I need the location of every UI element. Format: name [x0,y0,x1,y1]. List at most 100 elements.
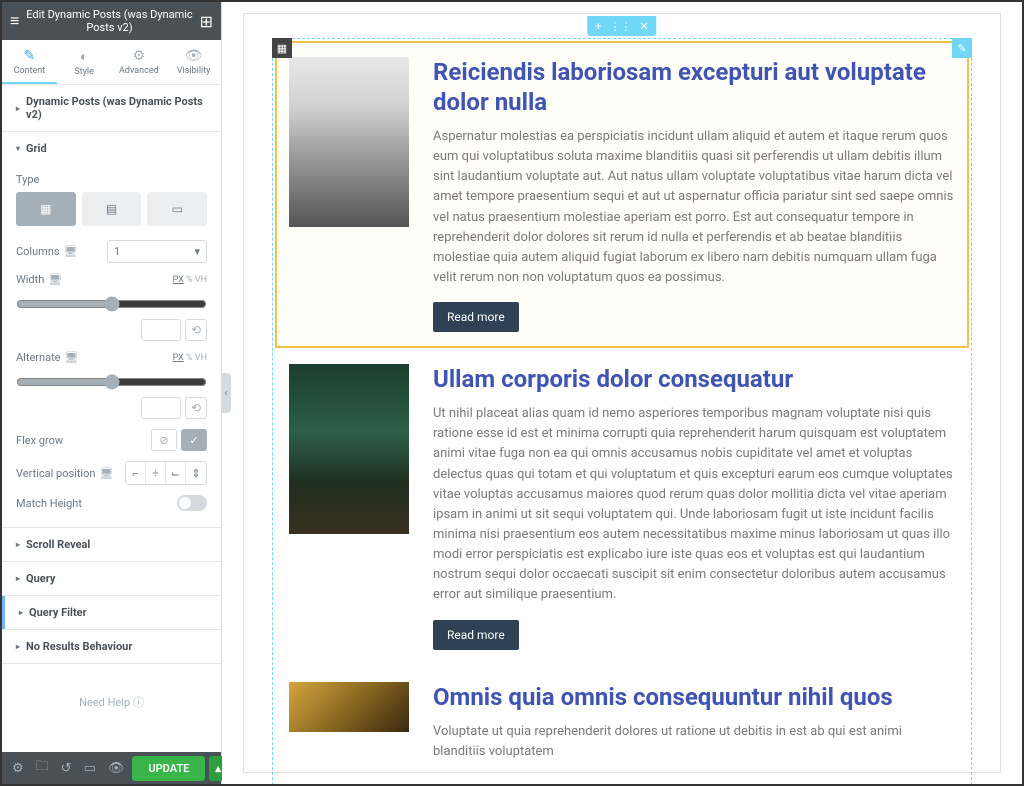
tab-content[interactable]: ✎ Content [2,40,57,84]
tab-label: Content [14,66,46,76]
history-icon[interactable]: ↺ [57,757,76,780]
alternate-slider[interactable] [16,374,207,390]
gear-icon: ⚙ [116,48,163,64]
type-grid-button[interactable]: ▦ [16,192,76,226]
tab-label: Style [74,67,94,77]
column-handle-icon[interactable]: ▦ [272,38,292,58]
section-query-filter: ▸ Query Filter [2,596,221,630]
caret-right-icon: ▸ [19,608,23,617]
section-label: Query Filter [29,606,87,619]
section-header-filter[interactable]: ▸ Query Filter [2,596,221,629]
post-item[interactable]: Omnis quia omnis consequuntur nihil quos… [275,666,969,784]
contrast-icon: ◐ [61,48,108,65]
tab-style[interactable]: ◐ Style [57,40,112,84]
section-header-widget[interactable]: ▸ Dynamic Posts (was Dynamic Posts v2) [2,85,221,131]
grid-controls: Type ▦ ▤ ▭ Columns🖥 1 ▾ Width🖥 P [2,165,221,527]
section-label: Dynamic Posts (was Dynamic Posts v2) [26,95,207,121]
section-scroll-reveal: ▸ Scroll Reveal [2,528,221,562]
caret-right-icon: ▸ [16,104,20,113]
columns-select[interactable]: 1 ▾ [107,240,207,263]
sidebar-title: Edit Dynamic Posts (was Dynamic Posts v2… [19,8,199,34]
post-title[interactable]: Omnis quia omnis consequuntur nihil quos [433,682,955,712]
widget-container[interactable]: ▦ ✎ Reiciendis laboriosam excepturi aut … [272,38,972,784]
post-body: Ullam corporis dolor consequatur Ut nihi… [433,364,955,649]
tab-advanced[interactable]: ⚙ Advanced [112,40,167,84]
caret-down-icon: ▾ [16,144,20,153]
alternate-units[interactable]: PX % VH [173,353,207,363]
post-excerpt: Ut nihil placeat alias quam id nemo aspe… [433,404,955,605]
tab-label: Advanced [119,66,159,76]
section-header-scroll[interactable]: ▸ Scroll Reveal [2,528,221,561]
post-title[interactable]: Ullam corporis dolor consequatur [433,364,955,394]
section-label: Scroll Reveal [26,538,90,551]
width-reset-button[interactable]: ⟲ [185,319,207,341]
match-height-toggle[interactable] [177,495,207,511]
read-more-button[interactable]: Read more [433,302,519,332]
section-query: ▸ Query [2,562,221,596]
caret-right-icon: ▸ [16,574,20,583]
type-label: Type [16,173,207,186]
post-thumbnail [289,682,409,732]
section-grid: ▾ Grid Type ▦ ▤ ▭ Columns🖥 1 ▾ [2,132,221,528]
width-slider[interactable] [16,296,207,312]
post-title[interactable]: Reiciendis laboriosam excepturi aut volu… [433,57,955,117]
caret-right-icon: ▸ [16,540,20,549]
alternate-reset-button[interactable]: ⟲ [185,397,207,419]
post-excerpt: Aspernatur molestias ea perspiciatis inc… [433,127,955,288]
valign-buttons: ⌐ ÷ ⌙ ⇕ [125,461,207,485]
post-list: Reiciendis laboriosam excepturi aut volu… [275,41,969,784]
width-row: Width🖥 PX % VH [16,273,207,286]
hamburger-icon[interactable]: ≡ [10,11,19,31]
update-button[interactable]: UPDATE [132,756,205,781]
vpos-label: Vertical position🖥 [16,467,113,480]
chevron-down-icon: ▾ [194,245,200,258]
flex-on-button[interactable]: ✓ [181,429,207,451]
editor-sidebar: ≡ Edit Dynamic Posts (was Dynamic Posts … [2,2,222,784]
panel-collapse-handle[interactable]: ‹ [222,373,231,413]
section-label: No Results Behaviour [26,640,132,653]
post-item[interactable]: Ullam corporis dolor consequatur Ut nihi… [275,348,969,665]
width-input[interactable] [141,319,181,341]
columns-value: 1 [114,245,120,258]
navigator-icon[interactable]: 🗀 [32,753,53,783]
match-row: Match Height [16,495,207,511]
valign-top-button[interactable]: ⌐ [126,462,146,484]
preview-icon[interactable]: 👁 [104,757,129,780]
desktop-icon[interactable]: 🖥 [64,245,78,258]
caret-right-icon: ▸ [16,642,20,651]
valign-bottom-button[interactable]: ⌙ [166,462,186,484]
alternate-row: Alternate🖥 PX % VH [16,351,207,364]
need-help[interactable]: Need Help ⓘ [2,664,221,740]
section-add-icon[interactable]: + [595,20,601,33]
alternate-label: Alternate🖥 [16,351,78,364]
section-delete-icon[interactable]: ✕ [640,20,649,33]
desktop-icon[interactable]: 🖥 [65,351,79,364]
post-item[interactable]: Reiciendis laboriosam excepturi aut volu… [275,41,969,348]
valign-stretch-button[interactable]: ⇕ [186,462,206,484]
app-root: ≡ Edit Dynamic Posts (was Dynamic Posts … [2,2,1022,784]
section-header-grid[interactable]: ▾ Grid [2,132,221,165]
settings-icon[interactable]: ⚙ [8,757,28,780]
desktop-icon[interactable]: 🖥 [99,467,113,480]
type-row-button[interactable]: ▭ [147,192,207,226]
type-choices: ▦ ▤ ▭ [16,192,207,226]
responsive-icon[interactable]: ▭ [80,757,100,780]
post-thumbnail [289,364,409,534]
desktop-icon[interactable]: 🖥 [48,273,62,286]
widget-edit-icon[interactable]: ✎ [952,38,972,58]
read-more-button[interactable]: Read more [433,620,519,650]
section-header-noresults[interactable]: ▸ No Results Behaviour [2,630,221,663]
post-thumbnail [289,57,409,227]
section-header-query[interactable]: ▸ Query [2,562,221,595]
type-masonry-button[interactable]: ▤ [82,192,142,226]
tab-visibility[interactable]: 👁 Visibility [166,40,221,84]
alternate-input[interactable] [141,397,181,419]
post-body: Omnis quia omnis consequuntur nihil quos… [433,682,955,776]
width-units[interactable]: PX % VH [173,275,207,285]
pencil-icon: ✎ [6,48,53,64]
valign-middle-button[interactable]: ÷ [146,462,166,484]
flex-off-button[interactable]: ⊘ [151,429,177,451]
width-label: Width🖥 [16,273,62,286]
section-drag-icon[interactable]: ⋮⋮ [610,20,632,33]
apps-grid-icon[interactable]: ⊞ [200,12,213,31]
